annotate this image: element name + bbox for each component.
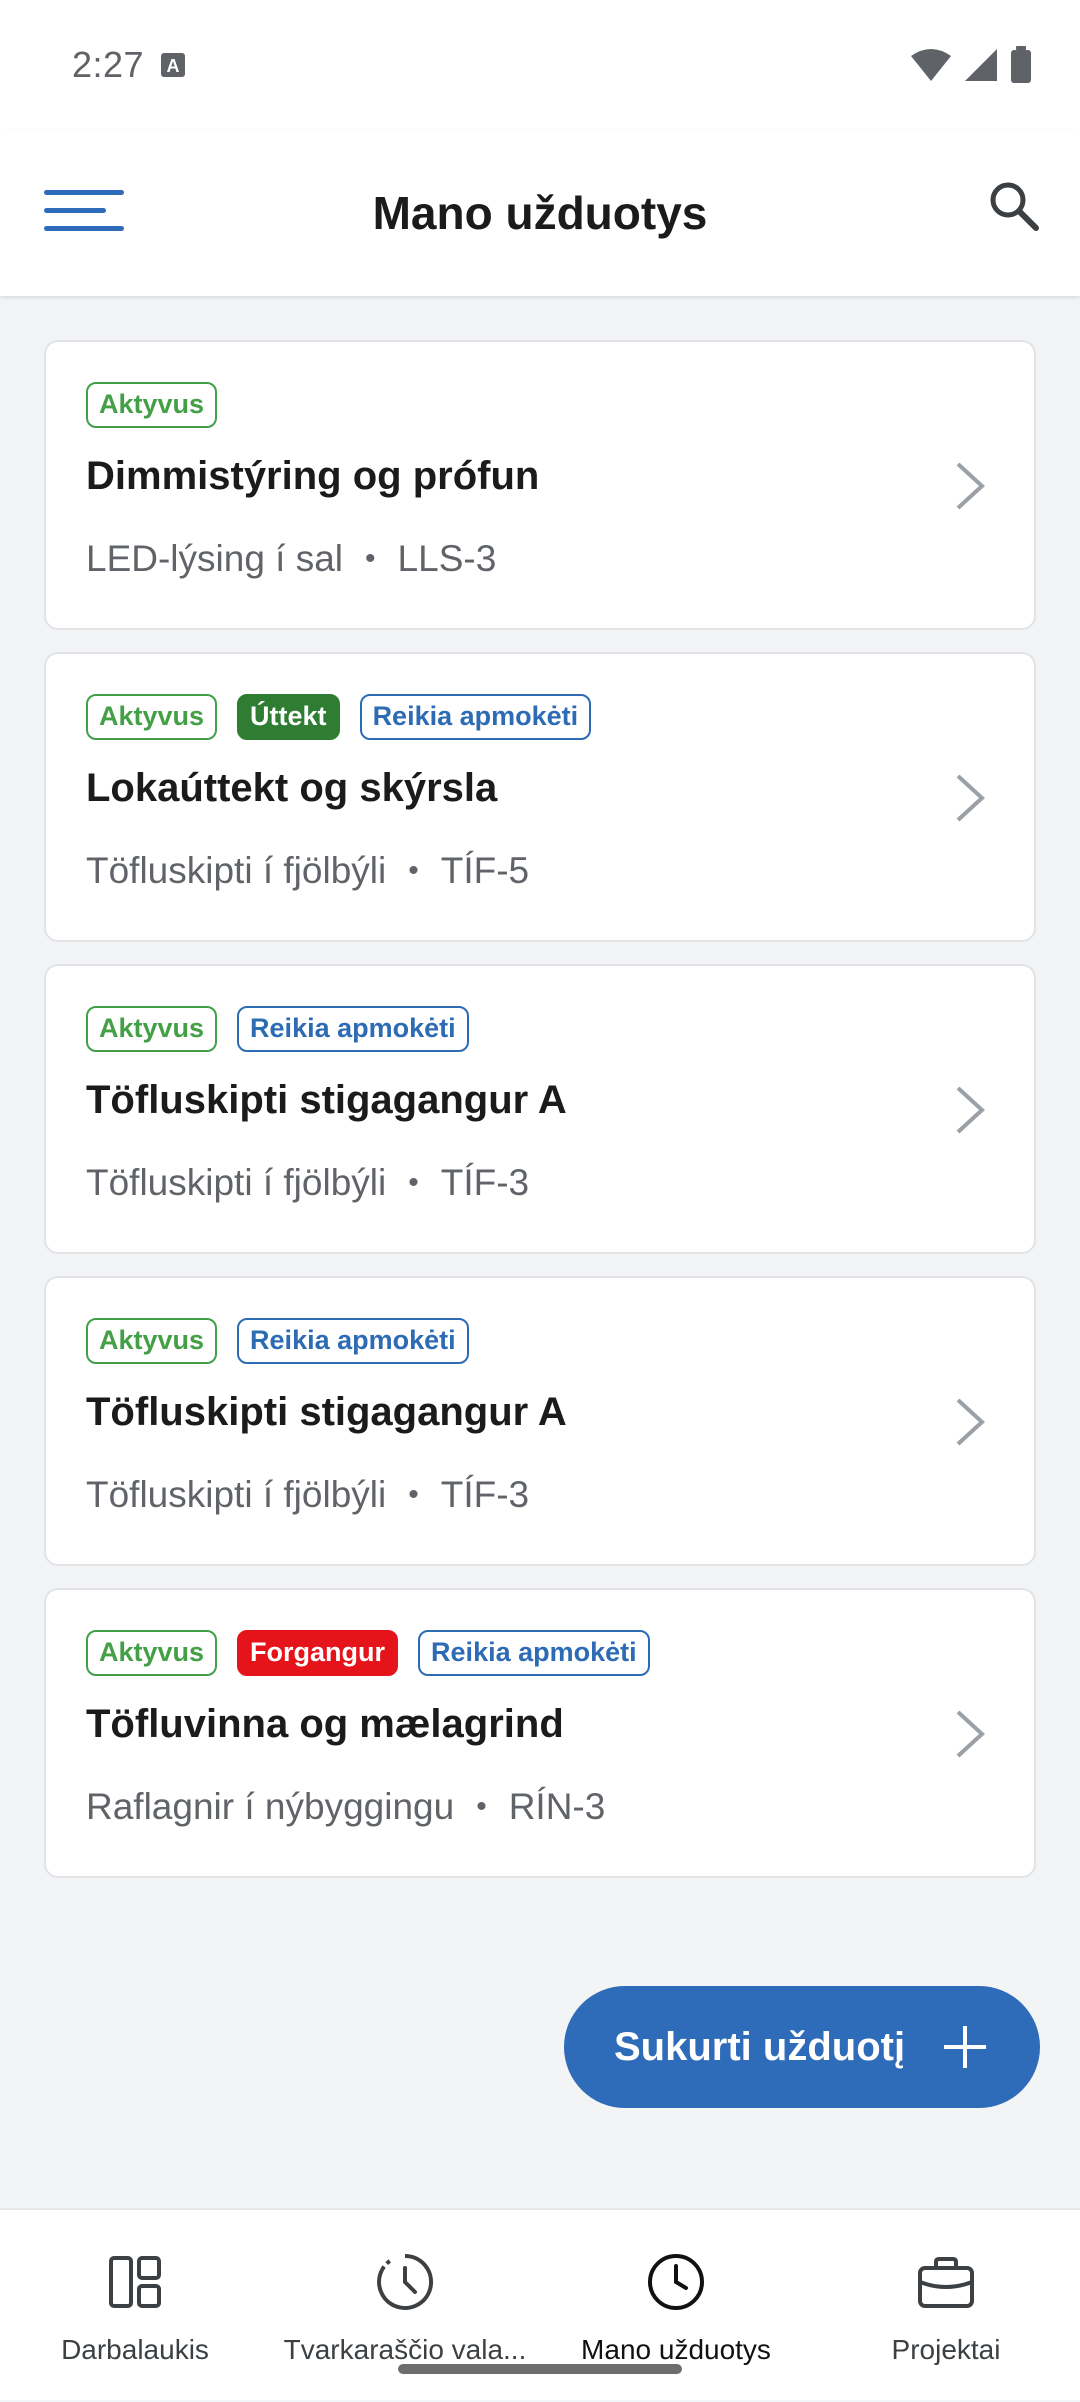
menu-icon — [44, 190, 124, 231]
task-subtitle: Töfluskipti í fjölbýli • TÍF-3 — [86, 1162, 529, 1204]
chevron-right-icon — [956, 1398, 985, 1446]
task-card[interactable]: Aktyvus Reikia apmokėti Töfluskipti stig… — [44, 1276, 1036, 1566]
status-badge-active: Aktyvus — [86, 1630, 218, 1676]
task-badges: Aktyvus Úttekt Reikia apmokėti — [86, 694, 592, 740]
nav-item-projects[interactable]: Projektai — [846, 2210, 1046, 2402]
task-subtitle: Töfluskipti í fjölbýli • TÍF-3 — [86, 1474, 529, 1516]
timesheet-icon — [377, 2254, 434, 2310]
separator-dot: • — [365, 542, 376, 575]
task-code: TÍF-3 — [440, 1162, 530, 1203]
task-project: Töfluskipti í fjölbýli — [86, 1474, 387, 1515]
status-badge-active: Aktyvus — [86, 382, 218, 428]
keyboard-notification-icon: A — [161, 53, 186, 77]
payment-required-badge: Reikia apmokėti — [359, 694, 592, 740]
chevron-right-icon — [956, 774, 985, 822]
payment-required-badge: Reikia apmokėti — [237, 1318, 469, 1364]
task-card[interactable]: Aktyvus Reikia apmokėti Töfluskipti stig… — [44, 964, 1036, 1254]
status-time: 2:27 — [72, 44, 145, 85]
plus-icon — [944, 2026, 986, 2068]
task-badges: Aktyvus Reikia apmokėti — [86, 1006, 469, 1052]
home-indicator[interactable] — [398, 2364, 682, 2374]
search-button[interactable] — [984, 176, 1044, 236]
search-icon — [990, 182, 1039, 231]
task-code: TÍF-5 — [440, 850, 530, 891]
task-project: Töfluskipti í fjölbýli — [86, 1162, 387, 1203]
status-bar: 2:27 A — [0, 0, 1080, 130]
task-title: Töfluvinna og mælagrind — [86, 1702, 564, 1746]
payment-required-badge: Reikia apmokėti — [237, 1006, 469, 1052]
task-code: LLS-3 — [397, 538, 497, 579]
separator-dot: • — [408, 1478, 419, 1511]
status-right — [910, 46, 1032, 84]
separator-dot: • — [408, 854, 419, 887]
task-badges: Aktyvus Forgangur Reikia apmokėti — [86, 1630, 650, 1676]
separator-dot: • — [408, 1166, 419, 1199]
status-left: 2:27 A — [72, 44, 186, 86]
task-badges: Aktyvus Reikia apmokėti — [86, 1318, 469, 1364]
chevron-right-icon — [956, 1086, 985, 1134]
nav-label: Tvarkaraščio vala... — [283, 2334, 527, 2365]
payment-required-badge: Reikia apmokėti — [418, 1630, 650, 1676]
task-subtitle: LED-lýsing í sal • LLS-3 — [86, 538, 496, 580]
create-task-label: Sukurti užduotį — [614, 2024, 906, 2069]
task-title: Töfluskipti stigagangur A — [86, 1078, 567, 1122]
dashboard-icon — [109, 2256, 161, 2308]
nav-label: Darbalaukis — [61, 2334, 209, 2365]
task-card[interactable]: Aktyvus Úttekt Reikia apmokėti Lokaúttek… — [44, 652, 1036, 942]
nav-item-dashboard[interactable]: Darbalaukis — [40, 2210, 230, 2402]
task-title: Töfluskipti stigagangur A — [86, 1390, 567, 1434]
task-title: Lokaúttekt og skýrsla — [86, 766, 498, 810]
task-project: Raflagnir í nýbyggingu — [86, 1786, 455, 1827]
status-badge-active: Aktyvus — [86, 1006, 218, 1052]
task-subtitle: Raflagnir í nýbyggingu • RÍN-3 — [86, 1786, 605, 1828]
battery-icon — [1011, 46, 1031, 83]
status-badge-active: Aktyvus — [86, 694, 218, 740]
chevron-right-icon — [956, 1710, 985, 1758]
separator-dot: • — [476, 1790, 487, 1823]
app-bar: Mano užduotys — [0, 130, 1080, 296]
page-title: Mano užduotys — [372, 187, 708, 239]
status-badge-active: Aktyvus — [86, 1318, 218, 1364]
signal-icon — [965, 49, 997, 81]
svg-text:A: A — [167, 56, 180, 76]
task-badges: Aktyvus — [86, 382, 218, 428]
wifi-icon — [911, 49, 951, 81]
task-card[interactable]: Aktyvus Forgangur Reikia apmokėti Töfluv… — [44, 1588, 1036, 1878]
task-code: TÍF-3 — [440, 1474, 530, 1515]
briefcase-icon — [918, 2257, 974, 2308]
task-list: Aktyvus Dimmistýring og prófun LED-lýsin… — [44, 340, 1036, 1900]
task-title: Dimmistýring og prófun — [86, 454, 540, 498]
nav-label: Projektai — [891, 2334, 1001, 2365]
inspection-badge: Úttekt — [237, 694, 340, 740]
chevron-right-icon — [956, 462, 985, 510]
task-card[interactable]: Aktyvus Dimmistýring og prófun LED-lýsin… — [44, 340, 1036, 630]
clock-icon — [648, 2254, 704, 2310]
nav-label: Mano užduotys — [581, 2334, 771, 2365]
create-task-button[interactable]: Sukurti užduotį — [564, 1986, 1040, 2108]
priority-badge: Forgangur — [237, 1630, 399, 1676]
task-subtitle: Töfluskipti í fjölbýli • TÍF-5 — [86, 850, 529, 892]
menu-button[interactable] — [44, 186, 124, 236]
task-code: RÍN-3 — [508, 1786, 606, 1827]
task-project: Töfluskipti í fjölbýli — [86, 850, 387, 891]
task-project: LED-lýsing í sal — [86, 538, 344, 579]
